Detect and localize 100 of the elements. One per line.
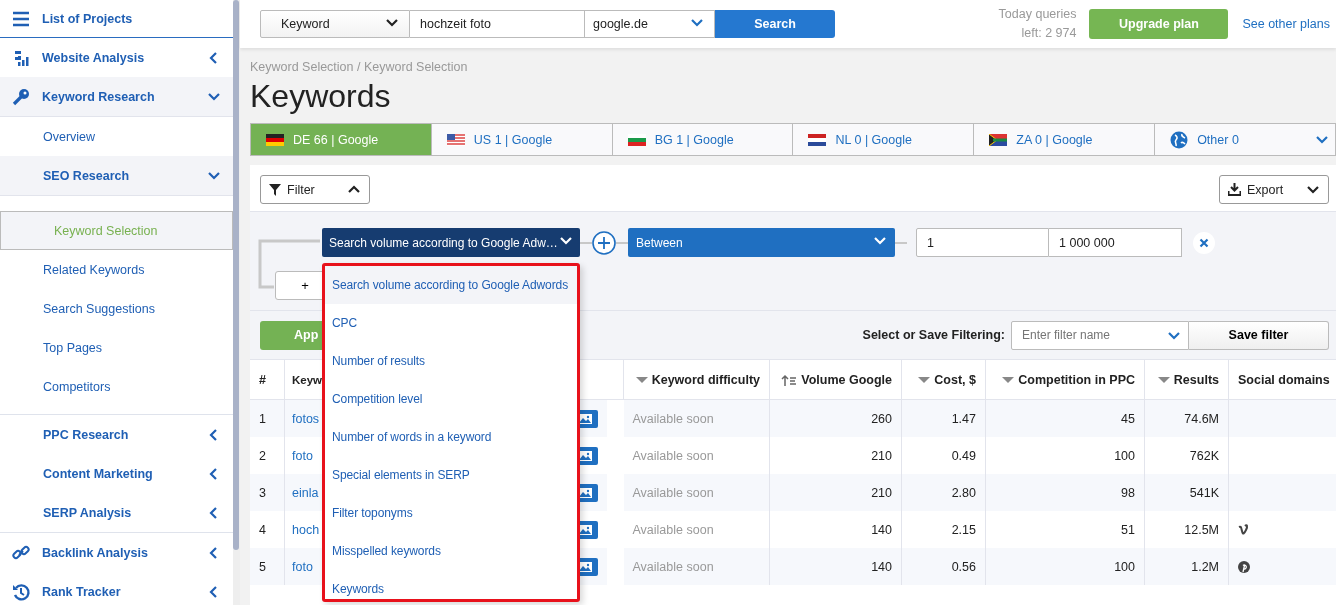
- table-cell: Available soon: [632, 411, 714, 426]
- sidebar-item[interactable]: Keyword Research: [0, 77, 233, 117]
- table-cell: 100: [1114, 448, 1135, 463]
- table-cell: 140: [871, 522, 892, 537]
- export-button[interactable]: Export: [1219, 175, 1329, 204]
- dropdown-option[interactable]: Keywords: [325, 570, 577, 599]
- table-cell: 762K: [1189, 448, 1219, 463]
- search-field[interactable]: hochzeit foto: [410, 10, 585, 38]
- scrollbar[interactable]: [233, 0, 239, 550]
- dropdown-option[interactable]: CPC: [325, 304, 577, 342]
- table-cell: 0.56: [951, 559, 976, 574]
- country-tab[interactable]: BG 1 | Google: [612, 124, 794, 155]
- dropdown-option[interactable]: Search volume according to Google Adwords: [325, 266, 577, 304]
- queries-left-text: Today queries: [998, 6, 1077, 23]
- funnel-icon: [269, 183, 281, 196]
- table-cell: Available soon: [632, 448, 714, 463]
- flag-icon: [446, 133, 465, 146]
- filter-button[interactable]: Filter: [260, 175, 370, 204]
- filter-field-select[interactable]: Search volume according to Google Adw…: [322, 228, 580, 257]
- table-cell: 5: [259, 559, 266, 574]
- table-cell: 2: [259, 448, 266, 463]
- range-to-field[interactable]: 1 000 000: [1049, 228, 1182, 257]
- column-header: Social domains: [1228, 360, 1336, 400]
- table-cell: 210: [871, 485, 892, 500]
- dropdown-option[interactable]: Misspelled keywords: [325, 532, 577, 570]
- column-header[interactable]: Keyword difficulty: [623, 360, 770, 400]
- save-filter-label: Select or Save Filtering:: [862, 328, 1005, 342]
- dropdown-option[interactable]: Number of words in a keyword: [325, 418, 577, 456]
- keyword-link[interactable]: hoch: [292, 522, 320, 537]
- table-cell: 100: [1114, 559, 1135, 574]
- table-cell: 51: [1121, 522, 1135, 537]
- breadcrumb: Keyword Selection / Keyword Selection: [250, 60, 469, 74]
- table-cell: 1.2M: [1191, 559, 1219, 574]
- dropdown-option[interactable]: Competition level: [325, 380, 577, 418]
- filter-name-field[interactable]: Enter filter name: [1011, 320, 1189, 350]
- table-cell: Available soon: [632, 522, 714, 537]
- sidebar-item[interactable]: SEO Research: [0, 156, 233, 196]
- column-header[interactable]: Results: [1144, 360, 1229, 400]
- country-tab[interactable]: US 1 | Google: [431, 124, 613, 155]
- caret-down-icon: [1157, 376, 1170, 385]
- table-cell: 45: [1121, 411, 1135, 426]
- keyword-link[interactable]: foto: [292, 559, 313, 574]
- other-plans-link[interactable]: See other plans: [1242, 17, 1330, 31]
- sidebar-item[interactable]: Rank Tracker: [0, 572, 233, 605]
- engine-select[interactable]: google.de: [585, 10, 715, 38]
- table-cell: 541K: [1189, 485, 1219, 500]
- caret-down-icon: [918, 376, 931, 385]
- sidebar-subitem[interactable]: Competitors: [0, 367, 233, 406]
- pin-logo-icon: [1238, 561, 1250, 574]
- flag-icon: [627, 133, 646, 146]
- save-filter-button[interactable]: Save filter: [1189, 320, 1329, 350]
- keyword-link[interactable]: einla: [292, 485, 319, 500]
- country-tab[interactable]: Other 0: [1155, 124, 1336, 155]
- table-cell: 2.15: [951, 522, 976, 537]
- keyword-link[interactable]: fotos: [292, 411, 320, 426]
- column-header[interactable]: Cost, $: [901, 360, 986, 400]
- table-cell: 210: [871, 448, 892, 463]
- sidebar-item[interactable]: SERP Analysis: [0, 493, 233, 532]
- range-from-field[interactable]: 1: [916, 228, 1049, 257]
- table-cell: 4: [259, 522, 266, 537]
- sidebar-item[interactable]: Website Analysis: [0, 38, 233, 77]
- sidebar-item[interactable]: List of Projects: [0, 0, 233, 38]
- caret-down-icon: [635, 376, 648, 385]
- flag-icon: [808, 133, 827, 146]
- dropdown-option[interactable]: Special elements in SERP: [325, 456, 577, 494]
- column-header[interactable]: Competition in PPC: [985, 360, 1145, 400]
- sidebar-subitem[interactable]: Search Suggestions: [0, 289, 233, 328]
- table-cell: 1.47: [951, 411, 976, 426]
- queries-left-count: left: 2 974: [1021, 25, 1077, 42]
- download-icon: [1228, 183, 1241, 196]
- globe-icon: [1170, 130, 1189, 149]
- sidebar-subitem[interactable]: Top Pages: [0, 328, 233, 367]
- search-button[interactable]: Search: [715, 10, 835, 38]
- dropdown-option[interactable]: Number of results: [325, 342, 577, 380]
- sort-icon: [781, 374, 798, 387]
- history-icon: [11, 581, 31, 602]
- add-icon[interactable]: [592, 231, 616, 255]
- search-type-select[interactable]: Keyword: [260, 10, 410, 38]
- close-icon[interactable]: [1193, 232, 1215, 254]
- table-cell: 0.49: [951, 448, 976, 463]
- table-cell: 140: [871, 559, 892, 574]
- caret-down-icon: [1002, 376, 1015, 385]
- page-title: Keywords: [250, 77, 392, 115]
- flag-icon: [266, 133, 284, 146]
- dropdown-option[interactable]: Filter toponyms: [325, 494, 577, 532]
- operator-select[interactable]: Between: [628, 228, 895, 257]
- sidebar-item[interactable]: Overview: [0, 117, 233, 156]
- sidebar-item[interactable]: Content Marketing: [0, 454, 233, 493]
- table-cell: 260: [871, 411, 892, 426]
- flag-icon: [989, 133, 1008, 146]
- table-cell: 1: [259, 411, 266, 426]
- sidebar-item[interactable]: PPC Research: [0, 415, 233, 454]
- sidebar-item[interactable]: Backlink Analysis: [0, 533, 233, 572]
- keyword-link[interactable]: foto: [292, 448, 313, 463]
- country-tab[interactable]: ZA 0 | Google: [974, 124, 1156, 155]
- table-cell: 2.80: [951, 485, 976, 500]
- column-header: #: [250, 360, 285, 400]
- sidebar-subitem[interactable]: Related Keywords: [0, 250, 233, 289]
- column-header[interactable]: Volume Google: [769, 360, 902, 400]
- country-tab[interactable]: NL 0 | Google: [793, 124, 975, 155]
